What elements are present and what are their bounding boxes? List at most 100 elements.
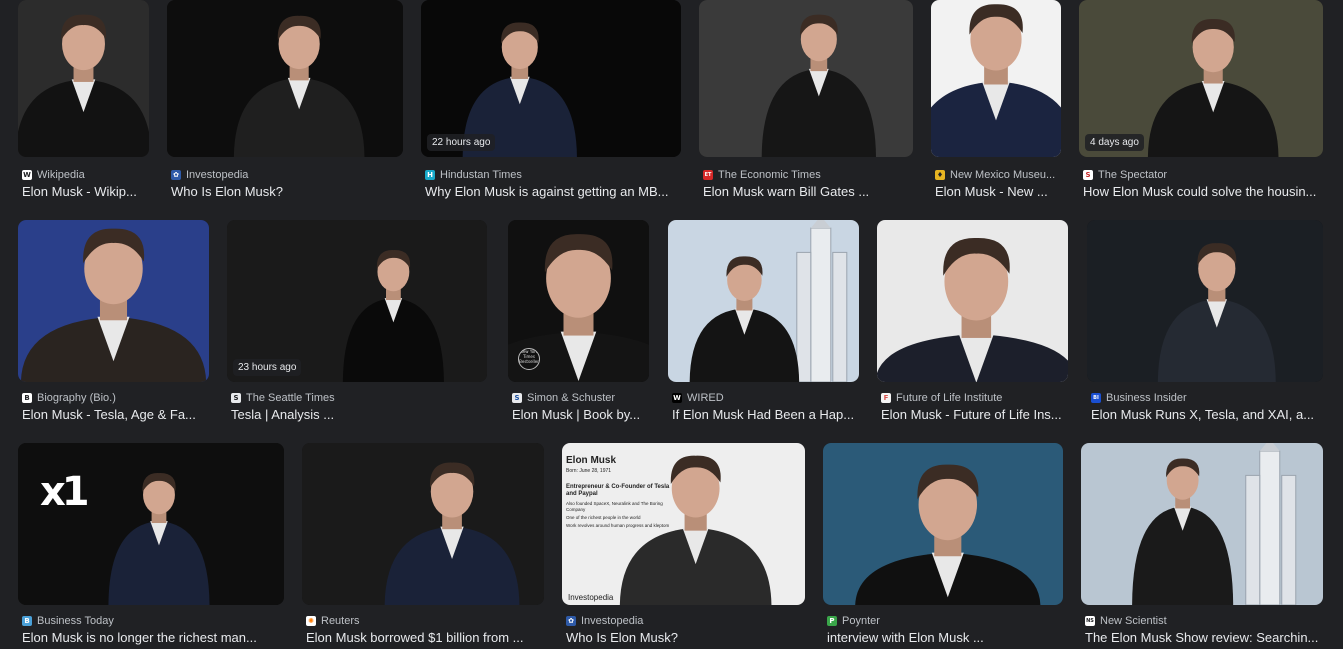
- image-result-card[interactable]: P Poynter interview with Elon Musk ...: [823, 443, 1063, 649]
- source-name: Poynter: [842, 615, 880, 627]
- result-source[interactable]: NS New Scientist: [1085, 613, 1321, 629]
- image-results-grid: W Wikipedia Elon Musk - Wikip... ✿ Investope…: [0, 0, 1343, 645]
- result-meta: BI Business Insider Elon Musk Runs X, Tesl…: [1091, 390, 1321, 423]
- result-meta: ET The Economic Times Elon Musk warn Bill …: [703, 167, 911, 200]
- image-result-card[interactable]: W Wikipedia Elon Musk - Wikip...: [18, 0, 149, 203]
- image-result-card[interactable]: 4 days ago S The Spectator How Elon Musk co…: [1079, 0, 1323, 203]
- result-source[interactable]: W WIRED: [672, 390, 857, 406]
- result-thumbnail[interactable]: Elon Musk Born: June 28, 1971 Entrepreneur…: [562, 443, 805, 605]
- result-source[interactable]: S The Spectator: [1083, 167, 1321, 183]
- result-title[interactable]: Elon Musk warn Bill Gates ...: [703, 184, 911, 200]
- result-title[interactable]: How Elon Musk could solve the housin...: [1083, 184, 1321, 200]
- image-result-card[interactable]: 22 hours ago H Hindustan Times Why Elon Mus…: [421, 0, 681, 203]
- thumbnail-image: [823, 443, 1063, 605]
- result-source[interactable]: B Business Today: [22, 613, 282, 629]
- result-thumbnail[interactable]: 23 hours ago: [227, 220, 487, 382]
- result-source[interactable]: ET The Economic Times: [703, 167, 911, 183]
- source-name: Investopedia: [581, 615, 644, 627]
- result-thumbnail[interactable]: [167, 0, 403, 157]
- new-mexico-museum-favicon-icon: ♦: [935, 170, 945, 180]
- time-badge: 23 hours ago: [233, 359, 302, 376]
- image-result-card[interactable]: BI Business Insider Elon Musk Runs X, Tesl…: [1087, 220, 1323, 426]
- image-result-card[interactable]: ET The Economic Times Elon Musk warn Bill …: [699, 0, 913, 203]
- result-thumbnail[interactable]: New York Times Bestseller: [508, 220, 649, 382]
- image-result-card[interactable]: F Future of Life Institute Elon Musk - Fut…: [877, 220, 1068, 426]
- result-title[interactable]: Elon Musk - Tesla, Age & Fa...: [22, 407, 207, 423]
- image-result-card[interactable]: ♦ New Mexico Museu... Elon Musk - New ...: [931, 0, 1061, 203]
- result-title[interactable]: Why Elon Musk is against getting an MB..…: [425, 184, 679, 200]
- investopedia-favicon-icon: ✿: [566, 616, 576, 626]
- thumbnail-image: [877, 220, 1068, 382]
- result-title[interactable]: Elon Musk - Wikip...: [22, 184, 147, 200]
- result-title[interactable]: Elon Musk Runs X, Tesla, and XAI, a...: [1091, 407, 1321, 423]
- result-thumbnail[interactable]: [823, 443, 1063, 605]
- image-result-card[interactable]: New York Times Bestseller S Simon & Schust…: [508, 220, 649, 426]
- poynter-favicon-icon: P: [827, 616, 837, 626]
- result-meta: P Poynter interview with Elon Musk ...: [827, 613, 1061, 646]
- result-thumbnail[interactable]: [18, 0, 149, 157]
- result-thumbnail[interactable]: [302, 443, 544, 605]
- image-result-card[interactable]: B Biography (Bio.) Elon Musk - Tesla, Age …: [18, 220, 209, 426]
- reuters-favicon-icon: ✺: [306, 616, 316, 626]
- investopedia-logo: Investopedia: [568, 593, 614, 602]
- result-title[interactable]: The Elon Musk Show review: Searchin...: [1085, 630, 1321, 646]
- result-thumbnail[interactable]: [668, 220, 859, 382]
- thumbnail-image: [302, 443, 544, 605]
- biography-favicon-icon: B: [22, 393, 32, 403]
- result-source[interactable]: ✿ Investopedia: [171, 167, 401, 183]
- result-thumbnail[interactable]: [1081, 443, 1323, 605]
- result-thumbnail[interactable]: 22 hours ago: [421, 0, 681, 157]
- result-source[interactable]: H Hindustan Times: [425, 167, 679, 183]
- image-result-card[interactable]: W WIRED If Elon Musk Had Been a Hap...: [668, 220, 859, 426]
- image-result-card[interactable]: ✺ Reuters Elon Musk borrowed $1 billion fr…: [302, 443, 544, 649]
- result-source[interactable]: ✺ Reuters: [306, 613, 542, 629]
- result-title[interactable]: Who Is Elon Musk?: [171, 184, 401, 200]
- source-name: New Scientist: [1100, 615, 1167, 627]
- time-badge: 4 days ago: [1085, 134, 1144, 151]
- result-source[interactable]: S The Seattle Times: [231, 390, 485, 406]
- result-source[interactable]: F Future of Life Institute: [881, 390, 1066, 406]
- image-result-card[interactable]: NS New Scientist The Elon Musk Show review…: [1081, 443, 1323, 649]
- info-born: Born: June 28, 1971: [566, 468, 612, 474]
- result-thumbnail[interactable]: [931, 0, 1061, 157]
- thumbnail-image: [227, 220, 487, 382]
- result-title[interactable]: Elon Musk | Book by...: [512, 407, 647, 423]
- image-result-card[interactable]: Elon Musk Born: June 28, 1971 Entrepreneur…: [562, 443, 805, 649]
- result-source[interactable]: ♦ New Mexico Museu...: [935, 167, 1059, 183]
- result-thumbnail[interactable]: [1087, 220, 1323, 382]
- result-title[interactable]: Elon Musk borrowed $1 billion from ...: [306, 630, 542, 646]
- result-thumbnail[interactable]: [877, 220, 1068, 382]
- image-result-card[interactable]: 23 hours ago S The Seattle Times Tesla | An…: [227, 220, 487, 426]
- result-title[interactable]: Elon Musk - New ...: [935, 184, 1059, 200]
- result-thumbnail[interactable]: 4 days ago: [1079, 0, 1323, 157]
- result-source[interactable]: P Poynter: [827, 613, 1061, 629]
- simon-schuster-favicon-icon: S: [512, 393, 522, 403]
- source-name: WIRED: [687, 392, 724, 404]
- result-source[interactable]: W Wikipedia: [22, 167, 147, 183]
- source-name: The Seattle Times: [246, 392, 335, 404]
- source-name: Business Today: [37, 615, 114, 627]
- seattle-times-favicon-icon: S: [231, 393, 241, 403]
- image-result-card[interactable]: x1 B Business Today Elon Musk is no longer …: [18, 443, 284, 649]
- thumbnail-image: [18, 443, 284, 605]
- result-title[interactable]: Elon Musk is no longer the richest man..…: [22, 630, 282, 646]
- result-thumbnail[interactable]: x1: [18, 443, 284, 605]
- result-source[interactable]: S Simon & Schuster: [512, 390, 647, 406]
- result-source[interactable]: B Biography (Bio.): [22, 390, 207, 406]
- result-title[interactable]: If Elon Musk Had Been a Hap...: [672, 407, 857, 423]
- thumbnail-image: [699, 0, 913, 157]
- info-bullet: One of the richest people in the world: [566, 515, 641, 520]
- result-thumbnail[interactable]: [699, 0, 913, 157]
- result-title[interactable]: Elon Musk - Future of Life Ins...: [881, 407, 1066, 423]
- result-title[interactable]: Tesla | Analysis ...: [231, 407, 485, 423]
- source-name: Reuters: [321, 615, 360, 627]
- result-meta: S The Seattle Times Tesla | Analysis ...: [231, 390, 485, 423]
- result-source[interactable]: BI Business Insider: [1091, 390, 1321, 406]
- result-title[interactable]: Who Is Elon Musk?: [566, 630, 803, 646]
- result-thumbnail[interactable]: [18, 220, 209, 382]
- result-meta: ✿ Investopedia Who Is Elon Musk?: [171, 167, 401, 200]
- result-source[interactable]: ✿ Investopedia: [566, 613, 803, 629]
- rocket-booster: [1259, 450, 1281, 605]
- image-result-card[interactable]: ✿ Investopedia Who Is Elon Musk?: [167, 0, 403, 203]
- result-title[interactable]: interview with Elon Musk ...: [827, 630, 1061, 646]
